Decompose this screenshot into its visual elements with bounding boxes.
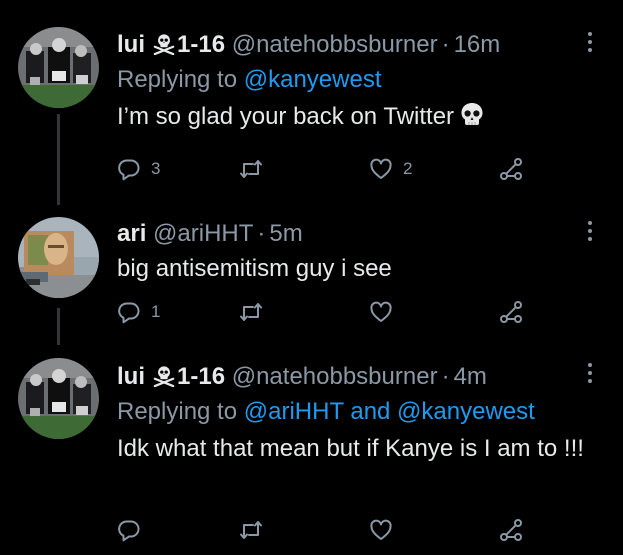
tweet-text-content: Idk what that mean but if Kanye is I am … — [117, 435, 584, 462]
separator: · — [441, 31, 450, 58]
retweet-icon — [239, 157, 263, 181]
display-name[interactable]: lui — [117, 363, 145, 390]
handle[interactable]: @natehobbsburner — [232, 363, 438, 390]
reply-count: 1 — [151, 302, 161, 321]
mention-link[interactable]: @kanyewest — [244, 66, 382, 93]
tweet-3[interactable]: lui 1-16 @natehobbsburner · 4m Replying to … — [0, 345, 623, 555]
share-button[interactable] — [499, 154, 523, 184]
thread-line — [57, 308, 60, 345]
reply-icon — [117, 157, 141, 181]
tweet-2[interactable]: ari @ariHHT · 5m big antisemitism guy i se… — [0, 205, 623, 345]
share-icon — [499, 518, 523, 542]
replying-to: Replying to @kanyewest — [117, 63, 587, 97]
avatar[interactable] — [18, 27, 99, 108]
timestamp[interactable]: 4m — [454, 363, 487, 390]
tweet-text: big antisemitism guy i see — [117, 251, 587, 287]
tweet-actions — [117, 515, 537, 545]
thread-line — [57, 114, 60, 205]
timestamp[interactable]: 16m — [454, 31, 501, 58]
retweet-button[interactable] — [239, 515, 273, 545]
more-icon[interactable] — [583, 361, 597, 385]
tweet-header: ari @ariHHT · 5m — [117, 219, 587, 249]
reply-button[interactable]: 3 — [117, 154, 160, 184]
display-name[interactable]: ari — [117, 220, 146, 247]
retweet-button[interactable] — [239, 154, 273, 184]
reply-button[interactable] — [117, 515, 151, 545]
tweet-header: lui 1-16 @natehobbsburner · 16m — [117, 30, 587, 60]
mention-link[interactable]: @ariHHT and @kanyewest — [244, 398, 535, 425]
tweet-1[interactable]: lui 1-16 @natehobbsburner · 16m Replying to… — [0, 0, 623, 205]
avatar[interactable] — [18, 217, 99, 298]
like-button[interactable]: 2 — [369, 154, 412, 184]
share-icon — [499, 157, 523, 181]
replying-to-label: Replying to — [117, 398, 244, 425]
skull-crossbones-icon — [153, 365, 175, 387]
skull-crossbones-icon — [153, 33, 175, 55]
like-icon — [369, 157, 393, 181]
like-icon — [369, 518, 393, 542]
reply-button[interactable]: 1 — [117, 297, 160, 327]
tweet-actions: 1 — [117, 297, 537, 327]
handle[interactable]: @natehobbsburner — [232, 31, 438, 58]
more-icon[interactable] — [583, 219, 597, 243]
tweet-text: Idk what that mean but if Kanye is I am … — [117, 431, 587, 467]
like-button[interactable] — [369, 515, 403, 545]
separator: · — [257, 220, 266, 247]
tweet-text: I’m so glad your back on Twitter — [117, 99, 587, 135]
more-icon[interactable] — [583, 30, 597, 54]
separator: · — [441, 363, 450, 390]
handle[interactable]: @ariHHT — [153, 220, 253, 247]
replying-to-label: Replying to — [117, 66, 244, 93]
retweet-icon — [239, 300, 263, 324]
retweet-button[interactable] — [239, 297, 273, 327]
avatar[interactable] — [18, 358, 99, 439]
tweet-text-content: I’m so glad your back on Twitter — [117, 103, 455, 130]
display-name[interactable]: lui — [117, 31, 145, 58]
share-button[interactable] — [499, 297, 523, 327]
reply-icon — [117, 300, 141, 324]
tweet-header: lui 1-16 @natehobbsburner · 4m — [117, 362, 587, 392]
name-badge: 1-16 — [177, 31, 226, 58]
timestamp[interactable]: 5m — [269, 220, 302, 247]
reply-icon — [117, 518, 141, 542]
retweet-icon — [239, 518, 263, 542]
share-button[interactable] — [499, 515, 523, 545]
reply-count: 3 — [151, 159, 161, 178]
skull-emoji — [460, 102, 484, 128]
like-count: 2 — [403, 159, 413, 178]
share-icon — [499, 300, 523, 324]
like-icon — [369, 300, 393, 324]
name-badge: 1-16 — [177, 363, 226, 390]
tweet-text-content: big antisemitism guy i see — [117, 255, 392, 282]
like-button[interactable] — [369, 297, 403, 327]
tweet-actions: 3 2 — [117, 154, 537, 184]
replying-to: Replying to @ariHHT and @kanyewest — [117, 395, 587, 429]
